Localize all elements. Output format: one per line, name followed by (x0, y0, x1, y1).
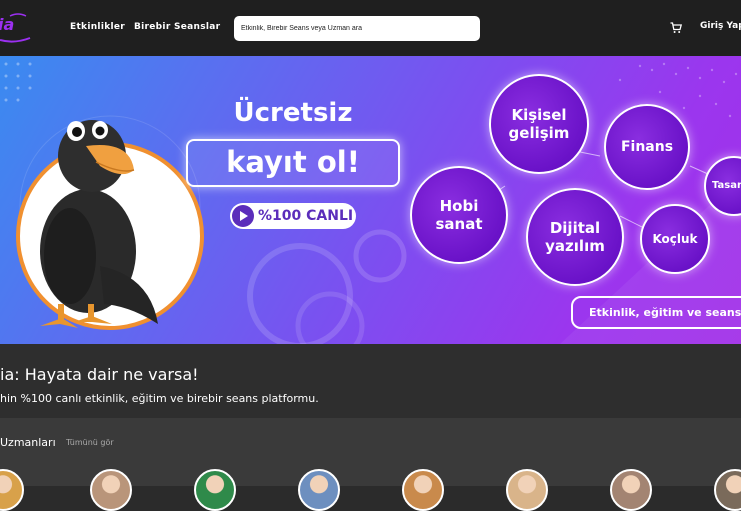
register-button[interactable]: kayıt ol! (186, 139, 400, 187)
bubble-finans[interactable]: Finans (604, 104, 690, 190)
cta-button[interactable]: Etkinlik, eğitim ve seanslara (571, 296, 741, 329)
bubble-hobi-sanat[interactable]: Hobi sanat (410, 166, 508, 264)
intro-subtitle: hin %100 canlı etkinlik, eğitim ve bireb… (0, 392, 319, 405)
expert-avatar[interactable] (194, 469, 236, 511)
expert-avatar[interactable] (90, 469, 132, 511)
nav-birebir-seanslar[interactable]: Birebir Seanslar (134, 22, 220, 32)
nav-etkinlikler[interactable]: Etkinlikler (70, 22, 125, 32)
expert-avatar[interactable] (610, 469, 652, 511)
see-all-link[interactable]: Tümünü gör (66, 438, 114, 447)
live-badge: %100 CANLI (230, 203, 356, 229)
expert-avatar[interactable] (714, 469, 741, 511)
live-badge-label: %100 CANLI (258, 208, 354, 224)
bubble-dijital-yazilim[interactable]: Dijital yazılım (526, 188, 624, 286)
login-button[interactable]: Giriş Yap (700, 21, 741, 31)
top-navbar: ia Etkinlikler Birebir Seanslar Giriş Ya… (0, 0, 741, 56)
logo[interactable]: ia (0, 8, 36, 48)
experts-title: Uzmanları (0, 436, 56, 449)
intro-section: ia: Hayata dair ne varsa! hin %100 canlı… (0, 344, 741, 418)
bubble-kocluk[interactable]: Koçluk (640, 204, 710, 274)
banner-headline: Ücretsiz (233, 98, 353, 128)
bubble-kisisel-gelisim[interactable]: Kişisel gelişim (489, 74, 589, 174)
search-input[interactable] (234, 16, 480, 41)
expert-avatar[interactable] (402, 469, 444, 511)
expert-avatar[interactable] (506, 469, 548, 511)
expert-avatar[interactable] (298, 469, 340, 511)
experts-section: Uzmanları Tümünü gör (0, 418, 741, 511)
intro-title: ia: Hayata dair ne varsa! (0, 365, 199, 384)
cart-icon[interactable] (670, 21, 683, 39)
svg-text:ia: ia (0, 15, 14, 34)
expert-avatar[interactable] (0, 469, 24, 511)
hero-banner[interactable]: Ücretsiz kayıt ol! %100 CANLI Kişisel ge… (0, 56, 741, 344)
play-icon (232, 205, 254, 227)
